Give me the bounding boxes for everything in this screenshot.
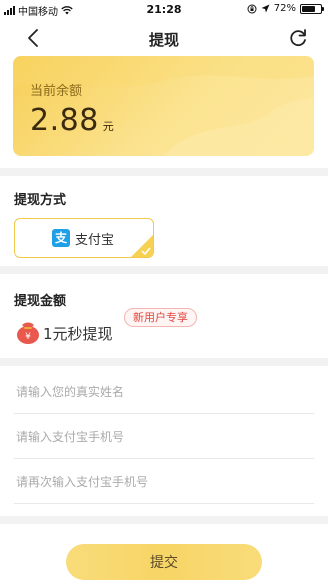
balance-unit: 元	[102, 120, 114, 133]
rotation-lock-icon	[247, 4, 257, 13]
status-right: 72%	[247, 3, 324, 14]
alipay-option[interactable]: 支 支付宝	[14, 218, 154, 258]
alipay-phone-input[interactable]	[14, 415, 314, 459]
balance-value: 2.88	[30, 103, 99, 138]
nav-bar: 提现	[0, 20, 328, 56]
withdraw-method-title: 提现方式	[14, 193, 67, 208]
balance-card: 当前余额 2.88 元	[13, 56, 314, 156]
withdraw-method-section: 提现方式 支 支付宝	[0, 176, 328, 266]
page-title: 提现	[148, 31, 179, 49]
balance-label: 当前余额	[30, 84, 83, 99]
svg-text:¥: ¥	[25, 332, 31, 342]
balance-amount: 2.88 元	[30, 103, 114, 138]
alipay-phone-confirm-input[interactable]	[14, 460, 314, 504]
withdraw-amount-section: 提现金额 ¥ 1元秒提现 新用户专享	[0, 274, 328, 358]
balance-section: 当前余额 2.88 元	[0, 56, 328, 168]
alipay-icon: 支	[52, 229, 70, 247]
location-icon	[261, 4, 270, 13]
form-section	[0, 366, 328, 516]
status-bar: 中国移动 21:28 72%	[0, 0, 328, 20]
battery-icon	[300, 3, 324, 14]
new-user-badge: 新用户专享	[124, 308, 197, 327]
real-name-input[interactable]	[14, 370, 314, 414]
withdraw-amount-title: 提现金额	[14, 294, 67, 309]
alipay-label: 支付宝	[75, 233, 115, 248]
amount-option-label[interactable]: 1元秒提现	[43, 323, 113, 344]
refresh-icon[interactable]	[286, 26, 310, 50]
submit-area: 提交	[0, 524, 328, 584]
submit-button[interactable]: 提交	[66, 544, 262, 580]
battery-percent: 72%	[273, 3, 296, 14]
back-icon[interactable]	[22, 26, 46, 50]
money-bag-icon: ¥	[17, 322, 39, 344]
check-icon	[141, 247, 151, 255]
